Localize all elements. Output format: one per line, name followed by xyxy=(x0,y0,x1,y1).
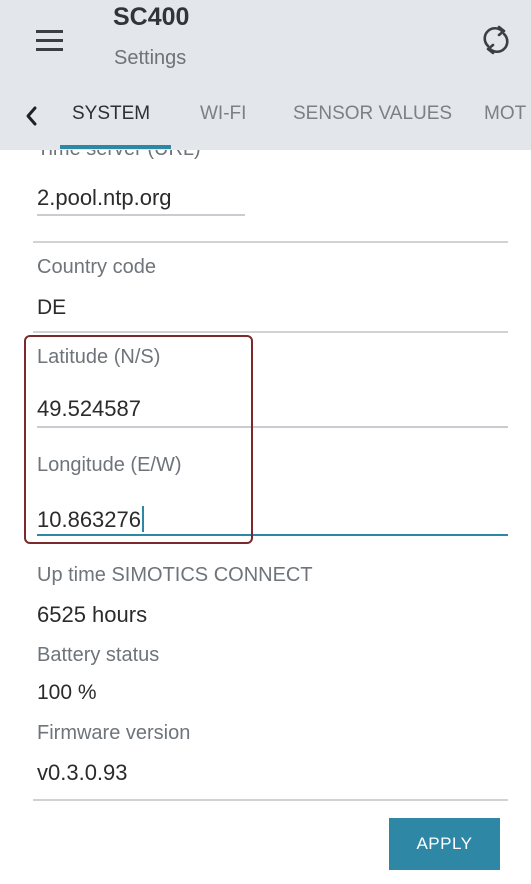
latitude-field[interactable]: 49.524587 xyxy=(37,396,141,422)
country-code-value[interactable]: DE xyxy=(37,296,66,320)
section-divider xyxy=(33,799,508,801)
text-cursor xyxy=(142,506,144,532)
settings-content: Time server (URL) 2.pool.ntp.org Country… xyxy=(0,150,531,884)
longitude-value: 10.863276 xyxy=(37,507,141,532)
country-code-label: Country code xyxy=(37,256,156,278)
refresh-icon[interactable] xyxy=(478,22,514,58)
app-title: SC400 xyxy=(113,3,190,31)
hamburger-menu-icon[interactable] xyxy=(36,28,64,52)
tab-motor[interactable]: MOT xyxy=(484,103,526,125)
latitude-underline xyxy=(37,426,508,428)
latitude-label: Latitude (N/S) xyxy=(37,346,161,368)
longitude-underline-focused xyxy=(37,534,508,536)
uptime-value: 6525 hours xyxy=(37,602,148,627)
longitude-label: Longitude (E/W) xyxy=(37,454,182,476)
app-screen: SC400 Settings SYSTEM WI-FI SENSOR VALUE… xyxy=(0,0,531,884)
longitude-field[interactable]: 10.863276 xyxy=(37,506,144,533)
tab-system[interactable]: SYSTEM xyxy=(72,103,150,125)
ntp-server-label: Time server (URL) xyxy=(37,150,201,161)
section-divider xyxy=(33,241,508,243)
tab-bar: SYSTEM WI-FI SENSOR VALUES MOT xyxy=(0,93,531,150)
app-subtitle: Settings xyxy=(114,47,187,69)
ntp-server-field[interactable]: 2.pool.ntp.org xyxy=(37,185,172,211)
apply-button[interactable]: APPLY xyxy=(389,818,500,870)
section-divider xyxy=(33,331,508,333)
tab-sensor-values[interactable]: SENSOR VALUES xyxy=(293,103,452,125)
battery-status-label: Battery status xyxy=(37,644,160,666)
firmware-version-value: v0.3.0.93 xyxy=(37,760,128,785)
battery-status-value: 100 % xyxy=(37,681,97,704)
chevron-left-icon[interactable] xyxy=(22,103,42,129)
uptime-label: Up time SIMOTICS CONNECT xyxy=(37,564,313,586)
ntp-server-underline xyxy=(37,214,245,216)
active-tab-indicator xyxy=(60,145,171,149)
app-bar: SC400 Settings SYSTEM WI-FI SENSOR VALUE… xyxy=(0,0,531,150)
firmware-version-label: Firmware version xyxy=(37,722,191,744)
tab-wifi[interactable]: WI-FI xyxy=(200,103,246,125)
